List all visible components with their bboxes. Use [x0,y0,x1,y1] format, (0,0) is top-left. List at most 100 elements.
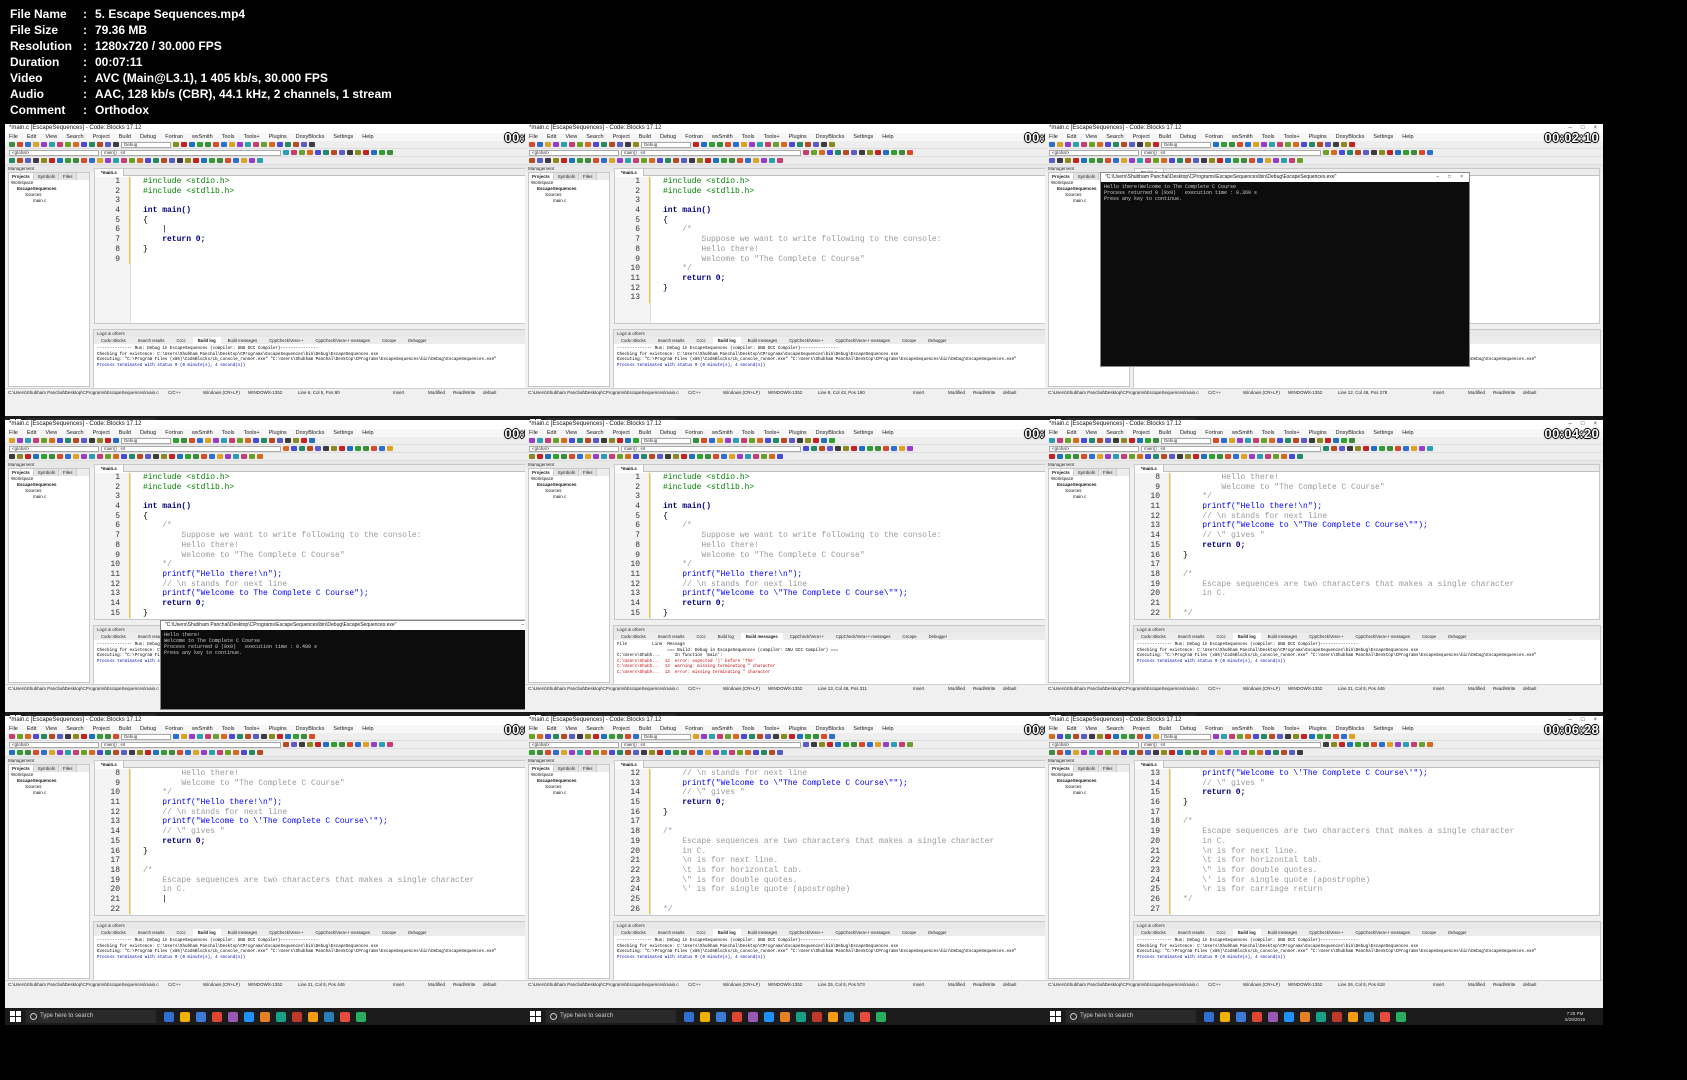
toolbar-icon[interactable] [1293,734,1299,739]
menu-item-project[interactable]: Project [613,725,630,733]
toolbar-icon[interactable] [9,734,15,739]
menu-item-wxsmith[interactable]: wxSmith [192,429,213,437]
toolbar-icon[interactable] [1309,142,1315,147]
toolbar-icon[interactable] [561,734,567,739]
toolbar-icon[interactable] [193,750,199,755]
build-target-combo[interactable]: Debug [121,437,171,444]
toolbar-icon[interactable] [797,734,803,739]
log-tab[interactable]: Code::Blocks [96,633,131,640]
toolbar-icon[interactable] [843,150,849,155]
toolbar-icon[interactable] [89,438,95,443]
toolbar-icon[interactable] [145,158,151,163]
toolbar-icon[interactable] [761,750,767,755]
toolbar-icon[interactable] [1137,454,1143,459]
toolbar-icon[interactable] [1363,150,1369,155]
log-tab[interactable]: CppCheck/Vera++ messages [310,929,374,936]
toolbar-icon[interactable] [1105,438,1111,443]
menu-item-wxsmith[interactable]: wxSmith [712,725,733,733]
taskbar-app-icon[interactable] [828,1011,838,1022]
toolbar-icon[interactable] [729,158,735,163]
tab-symbols[interactable]: Symbols [34,469,60,476]
toolbar-icon[interactable] [803,742,809,747]
build-target-combo[interactable]: Debug [121,733,171,740]
taskbar-app-icon[interactable] [1380,1011,1390,1022]
toolbar-icon[interactable] [1137,158,1143,163]
build-target-combo[interactable]: Debug [121,141,171,148]
toolbar-icon[interactable] [609,750,615,755]
toolbar-icon[interactable] [537,142,543,147]
toolbar-icon[interactable] [569,438,575,443]
toolbar-icon[interactable] [41,750,47,755]
menu-item-view[interactable]: View [45,429,57,437]
toolbar-icon[interactable] [761,454,767,459]
toolbar-icon[interactable] [25,438,31,443]
toolbar-icon[interactable] [1403,742,1409,747]
toolbar-icon[interactable] [813,438,819,443]
menu-item-edit[interactable]: Edit [547,725,556,733]
toolbar-icon[interactable] [1169,158,1175,163]
toolbar-icon[interactable] [553,750,559,755]
toolbar-icon[interactable] [113,750,119,755]
log-tab[interactable]: Build messages [1263,929,1303,936]
menu-item-view[interactable]: View [45,725,57,733]
toolbar-icon[interactable] [689,454,695,459]
code-editor[interactable]: *main.c 1 #include <stdio.h> 2 #include <std… [94,168,560,324]
toolbar-icon[interactable] [729,454,735,459]
taskbar-app-icon[interactable] [1284,1011,1294,1022]
toolbar-icon[interactable] [891,742,897,747]
toolbar-icon[interactable] [181,142,187,147]
toolbar-icon[interactable] [177,750,183,755]
toolbar-icon[interactable] [697,750,703,755]
toolbar-icon[interactable] [323,150,329,155]
toolbar-icon[interactable] [577,734,583,739]
toolbar-icon[interactable] [205,734,211,739]
toolbar-icon[interactable] [1161,454,1167,459]
toolbar-icon[interactable] [1145,454,1151,459]
toolbar-icon[interactable] [65,750,71,755]
menu-item-fortran[interactable]: Fortran [1205,725,1223,733]
menu-item-help[interactable]: Help [362,725,373,733]
toolbar-icon[interactable] [1325,438,1331,443]
tab-files[interactable]: Files [1100,469,1117,476]
toolbar-icon[interactable] [105,438,111,443]
toolbar-icon[interactable] [1129,734,1135,739]
toolbar-icon[interactable] [1049,438,1055,443]
menu-item-search[interactable]: Search [586,133,603,141]
toolbar-icon[interactable] [899,742,905,747]
toolbar-icon[interactable] [233,454,239,459]
toolbar-icon[interactable] [25,734,31,739]
toolbar-icon[interactable] [307,446,313,451]
menu-item-tools[interactable]: Tools [1262,429,1275,437]
toolbar-icon[interactable] [213,734,219,739]
windows-start-icon[interactable] [528,1010,542,1024]
taskbar-app-icon[interactable] [1332,1011,1342,1022]
toolbar-icon[interactable] [129,158,135,163]
toolbar-icon[interactable] [585,454,591,459]
toolbar-icon[interactable] [113,142,119,147]
toolbar-icon[interactable] [1105,158,1111,163]
menu-item-doxyblocks[interactable]: DoxyBlocks [296,133,325,141]
toolbar-icon[interactable] [1097,142,1103,147]
toolbar-icon[interactable] [1347,446,1353,451]
toolbar-icon[interactable] [1347,150,1353,155]
toolbar-icon[interactable] [641,454,647,459]
tree-item[interactable]: main.c [1049,790,1129,796]
toolbar-icon[interactable] [529,142,535,147]
toolbar-icon[interactable] [1217,158,1223,163]
menu-item-search[interactable]: Search [66,429,83,437]
toolbar-icon[interactable] [1293,438,1299,443]
tree-item[interactable]: main.c [529,494,609,500]
toolbar-icon[interactable] [1325,734,1331,739]
toolbar-icon[interactable] [835,446,841,451]
toolbar-icon[interactable] [1057,142,1063,147]
toolbar-icon[interactable] [1317,438,1323,443]
toolbar-icon[interactable] [827,150,833,155]
toolbar-icon[interactable] [1097,158,1103,163]
toolbar-icon[interactable] [387,150,393,155]
menu-item-build[interactable]: Build [639,725,651,733]
menu-item-file[interactable]: File [1049,133,1058,141]
menu-item-edit[interactable]: Edit [547,429,556,437]
toolbar-icon[interactable] [625,158,631,163]
tree-item[interactable]: main.c [9,494,89,500]
menu-item-search[interactable]: Search [1106,133,1123,141]
